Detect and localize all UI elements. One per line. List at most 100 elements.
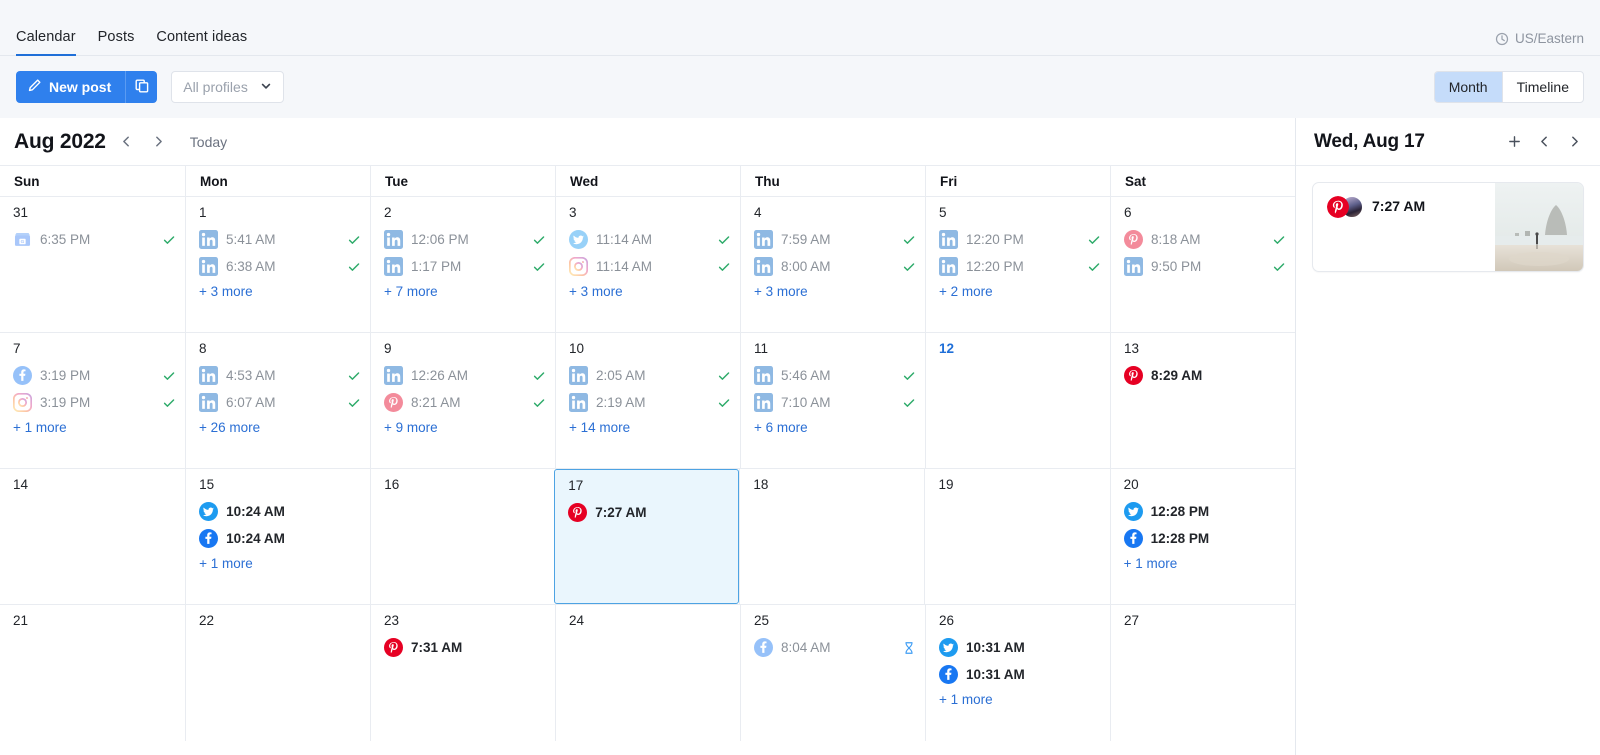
calendar-event[interactable]: 12:20 PM xyxy=(939,226,1100,253)
calendar-day-cell-21[interactable]: 21 xyxy=(0,605,185,741)
show-more-events-link[interactable]: + 1 more xyxy=(13,420,67,435)
facebook-icon xyxy=(199,529,218,548)
calendar-day-cell-27[interactable]: 27 xyxy=(1110,605,1295,741)
show-more-events-link[interactable]: + 6 more xyxy=(754,420,808,435)
tab-posts[interactable]: Posts xyxy=(98,29,135,55)
calendar-event[interactable]: G6:35 PM xyxy=(13,226,175,253)
calendar-event[interactable]: 7:27 AM xyxy=(568,499,728,526)
calendar-day-cell-25[interactable]: 258:04 AM xyxy=(740,605,925,741)
timezone-indicator[interactable]: US/Eastern xyxy=(1495,31,1584,46)
svg-text:G: G xyxy=(21,239,25,245)
calendar-day-cell-24[interactable]: 24 xyxy=(555,605,740,741)
calendar-day-cell-20[interactable]: 2012:28 PM12:28 PM+ 1 more xyxy=(1110,469,1295,604)
calendar-day-cell-22[interactable]: 22 xyxy=(185,605,370,741)
show-more-events-link[interactable]: + 3 more xyxy=(199,284,253,299)
calendar-event[interactable]: 7:59 AM xyxy=(754,226,915,253)
show-more-events-link[interactable]: + 2 more xyxy=(939,284,993,299)
calendar-day-cell-8[interactable]: 84:53 AM6:07 AM+ 26 more xyxy=(185,333,370,468)
show-more-events-link[interactable]: + 9 more xyxy=(384,420,438,435)
calendar-event[interactable]: 8:00 AM xyxy=(754,253,915,280)
calendar-day-cell-14[interactable]: 14 xyxy=(0,469,185,604)
calendar-event[interactable]: 3:19 PM xyxy=(13,362,175,389)
view-mode-month[interactable]: Month xyxy=(1435,72,1502,102)
calendar-event[interactable]: 12:20 PM xyxy=(939,253,1100,280)
new-post-button[interactable]: New post xyxy=(16,71,125,103)
event-time: 9:50 PM xyxy=(1151,259,1201,274)
linkedin-icon xyxy=(569,393,588,412)
calendar-event[interactable]: 7:31 AM xyxy=(384,634,545,661)
weekday-tue: Tue xyxy=(370,166,555,196)
calendar-event[interactable]: 1:17 PM xyxy=(384,253,545,280)
calendar-day-cell-3[interactable]: 311:14 AM11:14 AM+ 3 more xyxy=(555,197,740,332)
calendar-event[interactable]: 12:28 PM xyxy=(1124,525,1285,552)
duplicate-post-button[interactable] xyxy=(125,71,157,103)
scheduled-post-card[interactable]: 7:27 AM xyxy=(1312,182,1584,272)
today-button[interactable]: Today xyxy=(190,134,227,150)
add-post-button[interactable] xyxy=(1502,129,1526,155)
calendar-event[interactable]: 8:04 AM xyxy=(754,634,915,661)
calendar-event[interactable]: 2:19 AM xyxy=(569,389,730,416)
calendar-event[interactable]: 5:41 AM xyxy=(199,226,360,253)
day-prev-button[interactable] xyxy=(1532,129,1556,155)
linkedin-icon xyxy=(199,366,218,385)
show-more-events-link[interactable]: + 14 more xyxy=(569,420,630,435)
profiles-dropdown[interactable]: All profiles xyxy=(171,71,284,103)
calendar-event[interactable]: 10:24 AM xyxy=(199,498,360,525)
show-more-events-link[interactable]: + 1 more xyxy=(199,556,253,571)
event-time: 2:19 AM xyxy=(596,395,646,410)
calendar-event[interactable]: 8:18 AM xyxy=(1124,226,1285,253)
calendar-event[interactable]: 11:14 AM xyxy=(569,253,730,280)
calendar-day-cell-7[interactable]: 73:19 PM3:19 PM+ 1 more xyxy=(0,333,185,468)
calendar-event[interactable]: 6:38 AM xyxy=(199,253,360,280)
calendar-day-cell-5[interactable]: 512:20 PM12:20 PM+ 2 more xyxy=(925,197,1110,332)
calendar-day-cell-11[interactable]: 115:46 AM7:10 AM+ 6 more xyxy=(740,333,925,468)
calendar-day-cell-12[interactable]: 12 xyxy=(925,333,1110,468)
tab-calendar[interactable]: Calendar xyxy=(16,29,76,55)
calendar-event[interactable]: 10:31 AM xyxy=(939,661,1100,688)
calendar-next-button[interactable] xyxy=(148,130,170,154)
calendar-day-cell-19[interactable]: 19 xyxy=(924,469,1109,604)
calendar-day-cell-17[interactable]: 177:27 AM xyxy=(554,469,739,604)
calendar-event[interactable]: 10:24 AM xyxy=(199,525,360,552)
calendar-day-cell-23[interactable]: 237:31 AM xyxy=(370,605,555,741)
show-more-events-link[interactable]: + 1 more xyxy=(1124,556,1178,571)
show-more-events-link[interactable]: + 3 more xyxy=(754,284,808,299)
action-toolbar: New post All profiles Month Timeline xyxy=(0,56,1600,118)
calendar-day-cell-18[interactable]: 18 xyxy=(739,469,924,604)
calendar-event[interactable]: 9:50 PM xyxy=(1124,253,1285,280)
calendar-day-cell-13[interactable]: 138:29 AM xyxy=(1110,333,1295,468)
calendar-prev-button[interactable] xyxy=(116,130,138,154)
calendar-event[interactable]: 8:29 AM xyxy=(1124,362,1285,389)
calendar-event[interactable]: 3:19 PM xyxy=(13,389,175,416)
show-more-events-link[interactable]: + 26 more xyxy=(199,420,260,435)
calendar-day-cell-31[interactable]: 31G6:35 PM xyxy=(0,197,185,332)
calendar-event[interactable]: 12:26 AM xyxy=(384,362,545,389)
calendar-day-cell-10[interactable]: 102:05 AM2:19 AM+ 14 more xyxy=(555,333,740,468)
tab-content-ideas[interactable]: Content ideas xyxy=(156,29,247,55)
show-more-events-link[interactable]: + 7 more xyxy=(384,284,438,299)
calendar-event[interactable]: 10:31 AM xyxy=(939,634,1100,661)
view-mode-timeline[interactable]: Timeline xyxy=(1502,72,1583,102)
show-more-events-link[interactable]: + 1 more xyxy=(939,692,993,707)
calendar-event[interactable]: 12:06 PM xyxy=(384,226,545,253)
calendar-day-cell-15[interactable]: 1510:24 AM10:24 AM+ 1 more xyxy=(185,469,370,604)
calendar-event[interactable]: 8:21 AM xyxy=(384,389,545,416)
calendar-event[interactable]: 6:07 AM xyxy=(199,389,360,416)
calendar-event[interactable]: 12:28 PM xyxy=(1124,498,1285,525)
calendar-event[interactable]: 7:10 AM xyxy=(754,389,915,416)
calendar-event[interactable]: 11:14 AM xyxy=(569,226,730,253)
calendar-event[interactable]: 2:05 AM xyxy=(569,362,730,389)
calendar-day-cell-6[interactable]: 68:18 AM9:50 PM xyxy=(1110,197,1295,332)
calendar-day-cell-2[interactable]: 212:06 PM1:17 PM+ 7 more xyxy=(370,197,555,332)
calendar-day-cell-1[interactable]: 15:41 AM6:38 AM+ 3 more xyxy=(185,197,370,332)
calendar-week-row: 141510:24 AM10:24 AM+ 1 more16177:27 AM1… xyxy=(0,469,1295,605)
calendar-day-cell-9[interactable]: 912:26 AM8:21 AM+ 9 more xyxy=(370,333,555,468)
calendar-day-cell-16[interactable]: 16 xyxy=(370,469,555,604)
calendar-event[interactable]: 4:53 AM xyxy=(199,362,360,389)
show-more-events-link[interactable]: + 3 more xyxy=(569,284,623,299)
calendar-day-cell-26[interactable]: 2610:31 AM10:31 AM+ 1 more xyxy=(925,605,1110,741)
day-next-button[interactable] xyxy=(1562,129,1586,155)
linkedin-icon xyxy=(384,366,403,385)
calendar-event[interactable]: 5:46 AM xyxy=(754,362,915,389)
calendar-day-cell-4[interactable]: 47:59 AM8:00 AM+ 3 more xyxy=(740,197,925,332)
